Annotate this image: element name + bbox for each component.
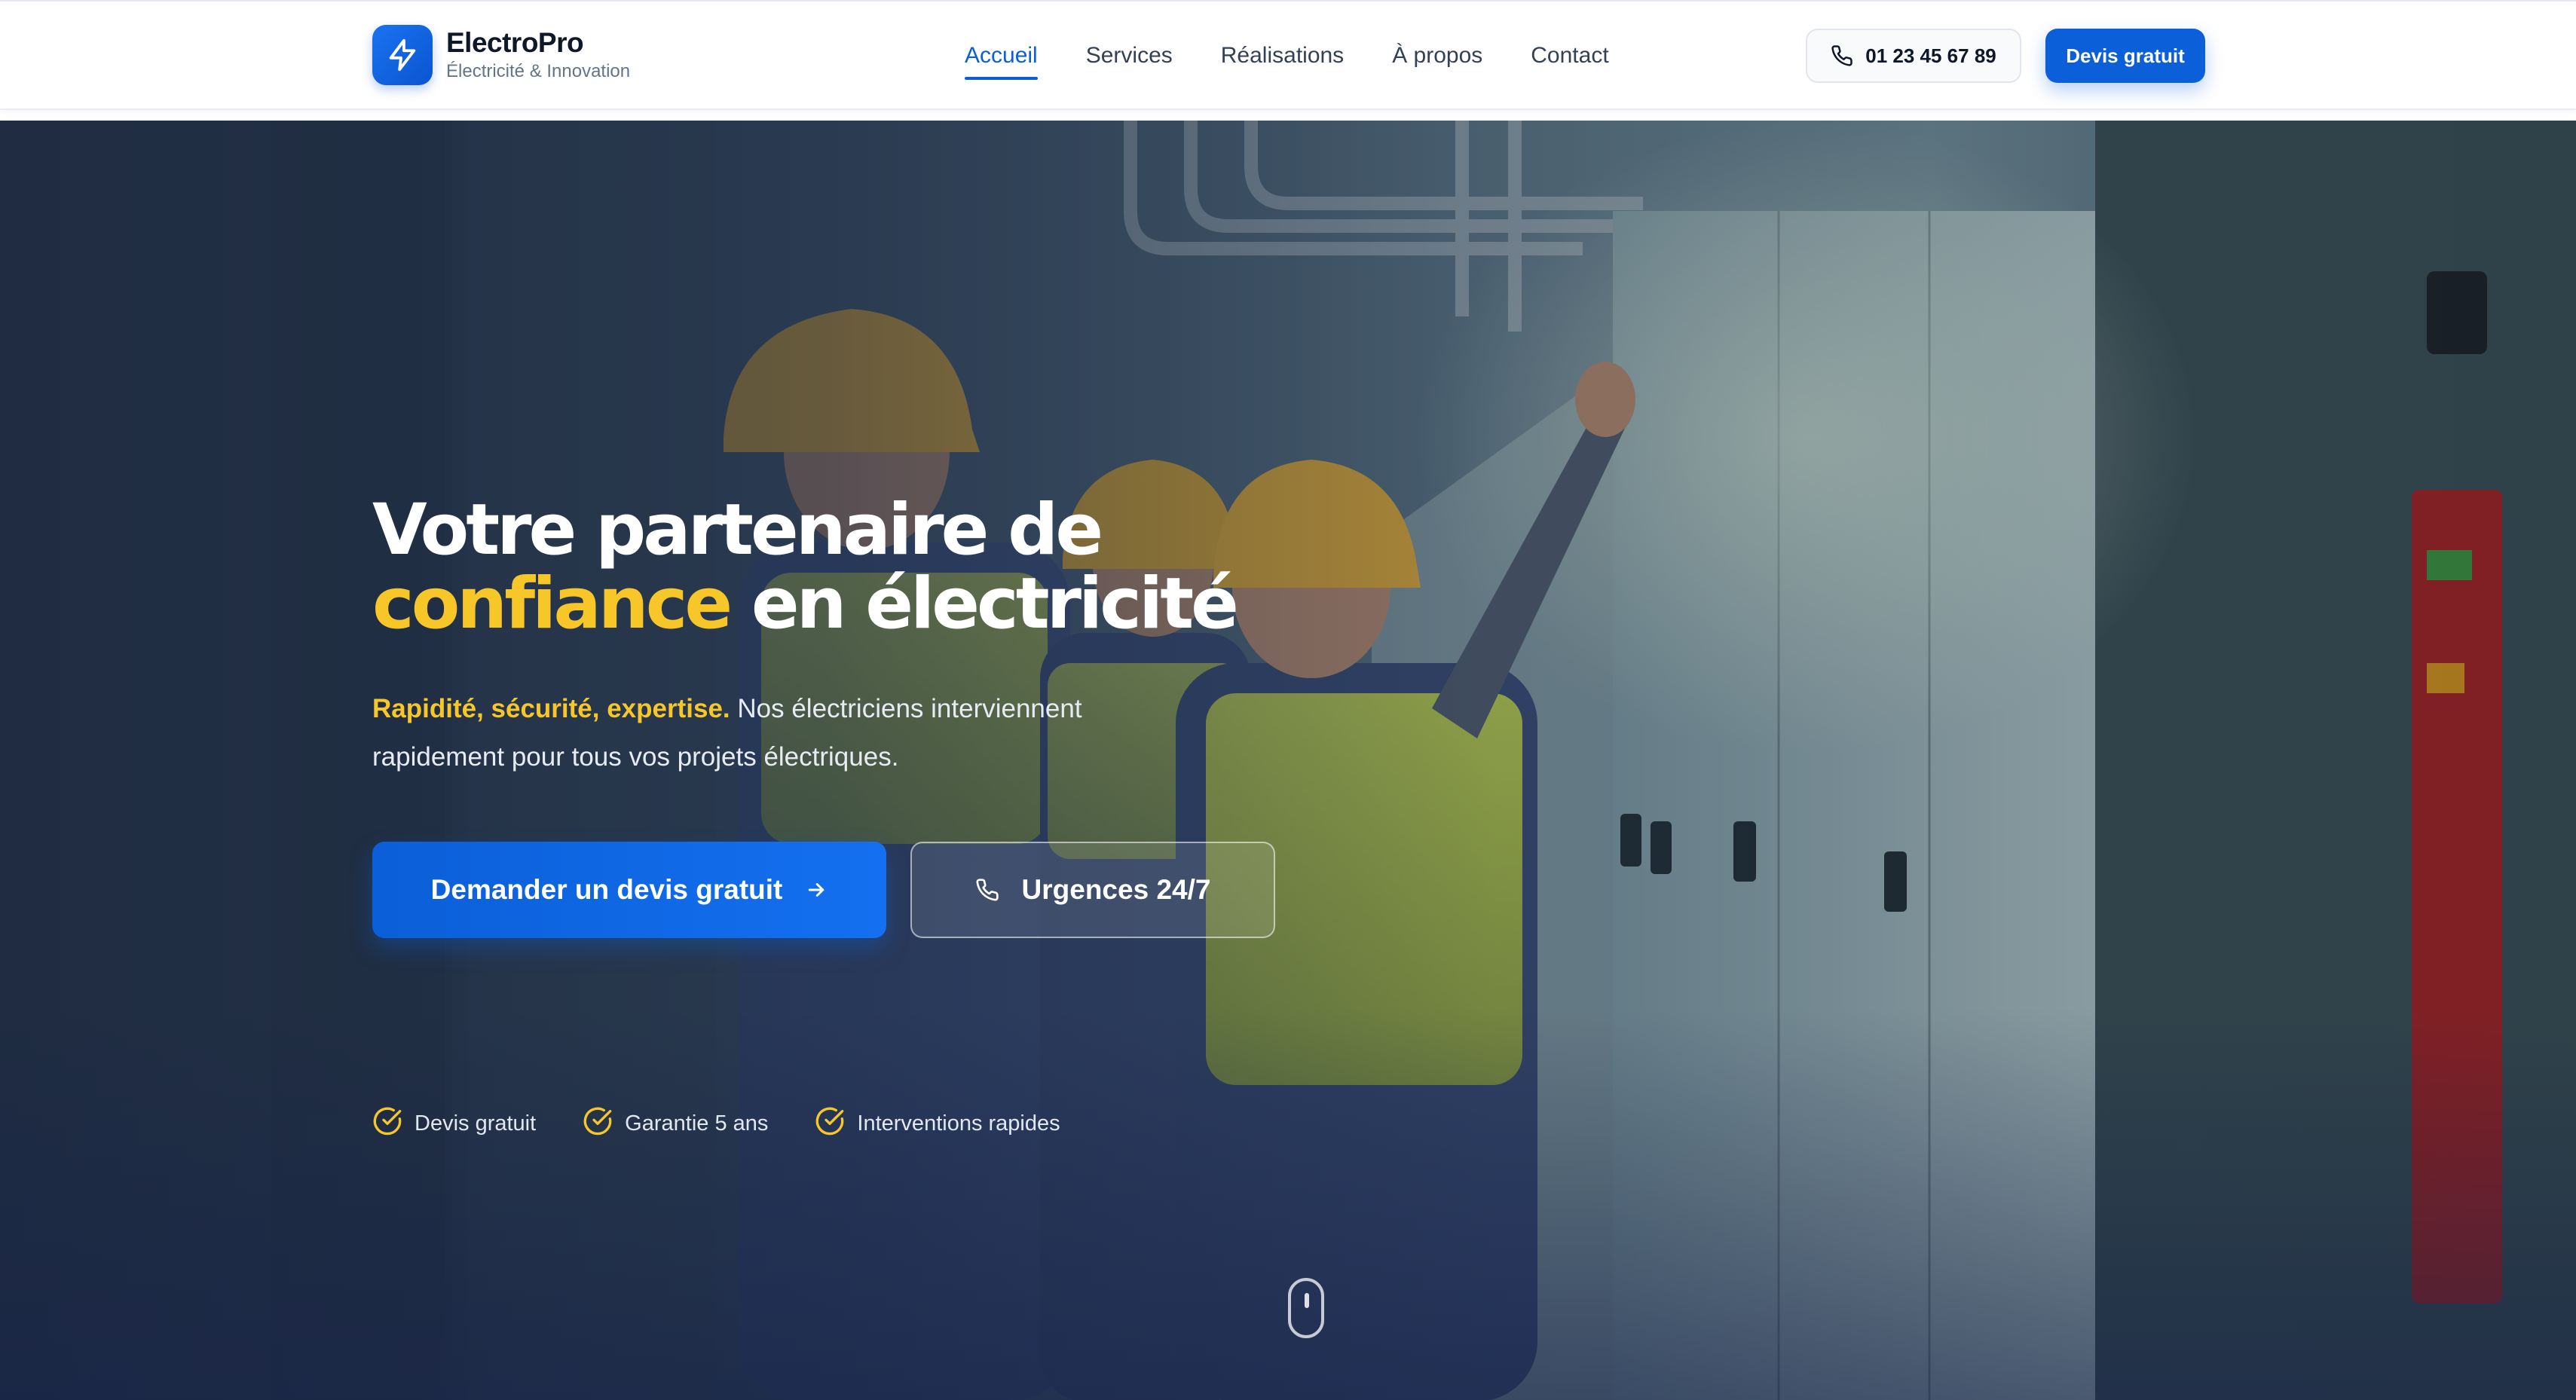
badge-devis-gratuit: Devis gratuit — [372, 1106, 536, 1140]
brand-text: ElectroPro Électricité & Innovation — [446, 27, 630, 83]
demander-devis-button[interactable]: Demander un devis gratuit — [372, 842, 886, 938]
badge-interventions: Interventions rapides — [815, 1106, 1060, 1140]
hero-title: Votre partenaire de confiance en électri… — [372, 494, 1729, 641]
hero-subtitle: Rapidité, sécurité, expertise. Nos élect… — [372, 685, 1216, 781]
main-nav: Accueil Services Réalisations À propos C… — [965, 35, 1609, 80]
devis-gratuit-button[interactable]: Devis gratuit — [2045, 29, 2205, 83]
hero-badges: Devis gratuit Garantie 5 ans Interventio… — [372, 1106, 1107, 1140]
lightning-bolt-icon — [372, 25, 433, 85]
brand-tagline: Électricité & Innovation — [446, 61, 631, 81]
phone-number: 01 23 45 67 89 — [1865, 44, 1996, 67]
hero-bottom-gradient — [0, 1008, 2576, 1400]
phone-icon — [1831, 44, 1853, 67]
hero-title-accent: confiance — [372, 563, 733, 645]
brand-name: ElectroPro — [446, 27, 584, 58]
scroll-down-icon[interactable] — [1288, 1278, 1324, 1338]
nav-item-realisations[interactable]: Réalisations — [1221, 41, 1344, 71]
phone-button[interactable]: 01 23 45 67 89 — [1806, 29, 2021, 83]
hero-title-line2: en électricité — [751, 563, 1239, 645]
brand[interactable]: ElectroPro Électricité & Innovation — [372, 24, 630, 86]
hero-section: Votre partenaire de confiance en électri… — [0, 121, 2576, 1400]
nav-item-accueil[interactable]: Accueil — [965, 41, 1038, 80]
badge-label: Interventions rapides — [857, 1111, 1060, 1136]
site-header: ElectroPro Électricité & Innovation Accu… — [0, 0, 2576, 110]
nav-item-services[interactable]: Services — [1086, 41, 1173, 71]
demander-devis-label: Demander un devis gratuit — [430, 874, 783, 905]
nav-item-contact[interactable]: Contact — [1531, 41, 1608, 71]
arrow-right-icon — [805, 879, 828, 901]
badge-label: Garantie 5 ans — [625, 1111, 769, 1136]
check-circle-icon — [583, 1106, 613, 1140]
badge-garantie: Garantie 5 ans — [583, 1106, 768, 1140]
check-circle-icon — [372, 1106, 402, 1140]
hero-subtitle-accent: Rapidité, sécurité, expertise. — [372, 694, 730, 723]
nav-item-a-propos[interactable]: À propos — [1392, 41, 1482, 71]
check-circle-icon — [815, 1106, 845, 1140]
badge-label: Devis gratuit — [415, 1111, 537, 1136]
hero-title-line1: Votre partenaire de — [372, 489, 1103, 571]
urgences-button[interactable]: Urgences 24/7 — [910, 842, 1275, 938]
phone-icon — [975, 878, 999, 902]
scroll-wheel — [1305, 1293, 1309, 1308]
hero-cta-row: Demander un devis gratuit Urgences 24/7 — [372, 842, 1275, 938]
hero-content: Votre partenaire de confiance en électri… — [372, 494, 1729, 781]
urgences-label: Urgences 24/7 — [1021, 874, 1211, 905]
